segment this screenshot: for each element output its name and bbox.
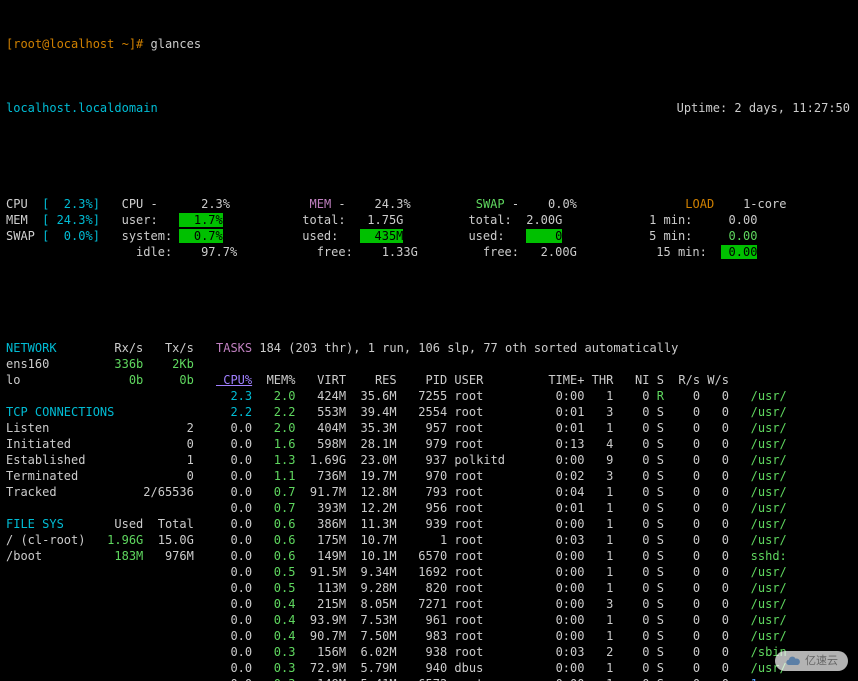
left-column: NETWORK Rx/s Tx/sens160 336b 2Kblo 0b 0b… [6, 340, 216, 681]
proc-row: 0.0 2.0 404M 35.3M 957 root 0:01 1 0 S 0… [216, 420, 852, 436]
proc-row: 0.0 0.3 149M 5.41M 6572 root 0:00 1 0 S … [216, 676, 852, 681]
proc-row: 0.0 0.5 113M 9.28M 820 root 0:00 1 0 S 0… [216, 580, 852, 596]
command: glances [151, 37, 202, 51]
tcp-row: Initiated 0 [6, 436, 216, 452]
proc-row: 0.0 0.4 93.9M 7.53M 961 root 0:00 1 0 S … [216, 612, 852, 628]
tcp-row: Listen 2 [6, 420, 216, 436]
proc-row: 0.0 1.3 1.69G 23.0M 937 polkitd 0:00 9 0… [216, 452, 852, 468]
tcp-row: Tracked 2/65536 [6, 484, 216, 500]
proc-row: 0.0 0.6 175M 10.7M 1 root 0:03 1 0 S 0 0… [216, 532, 852, 548]
prompt: [root@localhost ~]# [6, 37, 151, 51]
tcp-row: Terminated 0 [6, 468, 216, 484]
proc-row: 0.0 0.5 91.5M 9.34M 1692 root 0:00 1 0 S… [216, 564, 852, 580]
terminal-screen[interactable]: [root@localhost ~]# glances localhost.lo… [0, 0, 858, 681]
iface-row: ens160 336b 2Kb [6, 356, 216, 372]
tcp-row: Established 1 [6, 452, 216, 468]
hostname: localhost.localdomain [6, 100, 158, 116]
iface-row: lo 0b 0b [6, 372, 216, 388]
watermark: 亿速云 [775, 651, 848, 671]
proc-row: 0.0 0.4 90.7M 7.50M 983 root 0:00 1 0 S … [216, 628, 852, 644]
prompt-line: [root@localhost ~]# glances [6, 36, 852, 52]
proc-header: CPU% MEM% VIRT RES PID USER TIME+ THR NI… [216, 372, 852, 388]
proc-row: 0.0 0.6 149M 10.1M 6570 root 0:00 1 0 S … [216, 548, 852, 564]
proc-row: 0.0 0.7 91.7M 12.8M 793 root 0:04 1 0 S … [216, 484, 852, 500]
proc-row: 2.2 2.2 553M 39.4M 2554 root 0:01 3 0 S … [216, 404, 852, 420]
stats-header: CPU [ 2.3%] CPU - 2.3% MEM - 24.3% SWAP … [6, 196, 852, 260]
right-column: TASKS 184 (203 thr), 1 run, 106 slp, 77 … [216, 340, 852, 681]
proc-row: 0.0 1.6 598M 28.1M 979 root 0:13 4 0 S 0… [216, 436, 852, 452]
fs-row: /boot 183M 976M [6, 548, 216, 564]
proc-row: 0.0 0.3 72.9M 5.79M 940 dbus 0:00 1 0 S … [216, 660, 852, 676]
proc-row: 0.0 0.6 386M 11.3M 939 root 0:00 1 0 S 0… [216, 516, 852, 532]
cloud-icon [785, 653, 801, 669]
fs-row: / (cl-root) 1.96G 15.0G [6, 532, 216, 548]
uptime: Uptime: 2 days, 11:27:50 [677, 100, 850, 116]
proc-row: 0.0 0.3 156M 6.02M 938 root 0:03 2 0 S 0… [216, 644, 852, 660]
proc-row: 0.0 0.7 393M 12.2M 956 root 0:01 1 0 S 0… [216, 500, 852, 516]
main-columns: NETWORK Rx/s Tx/sens160 336b 2Kblo 0b 0b… [6, 340, 852, 681]
proc-row: 0.0 0.4 215M 8.05M 7271 root 0:00 3 0 S … [216, 596, 852, 612]
proc-row: 2.3 2.0 424M 35.6M 7255 root 0:00 1 0 R … [216, 388, 852, 404]
proc-row: 0.0 1.1 736M 19.7M 970 root 0:02 3 0 S 0… [216, 468, 852, 484]
